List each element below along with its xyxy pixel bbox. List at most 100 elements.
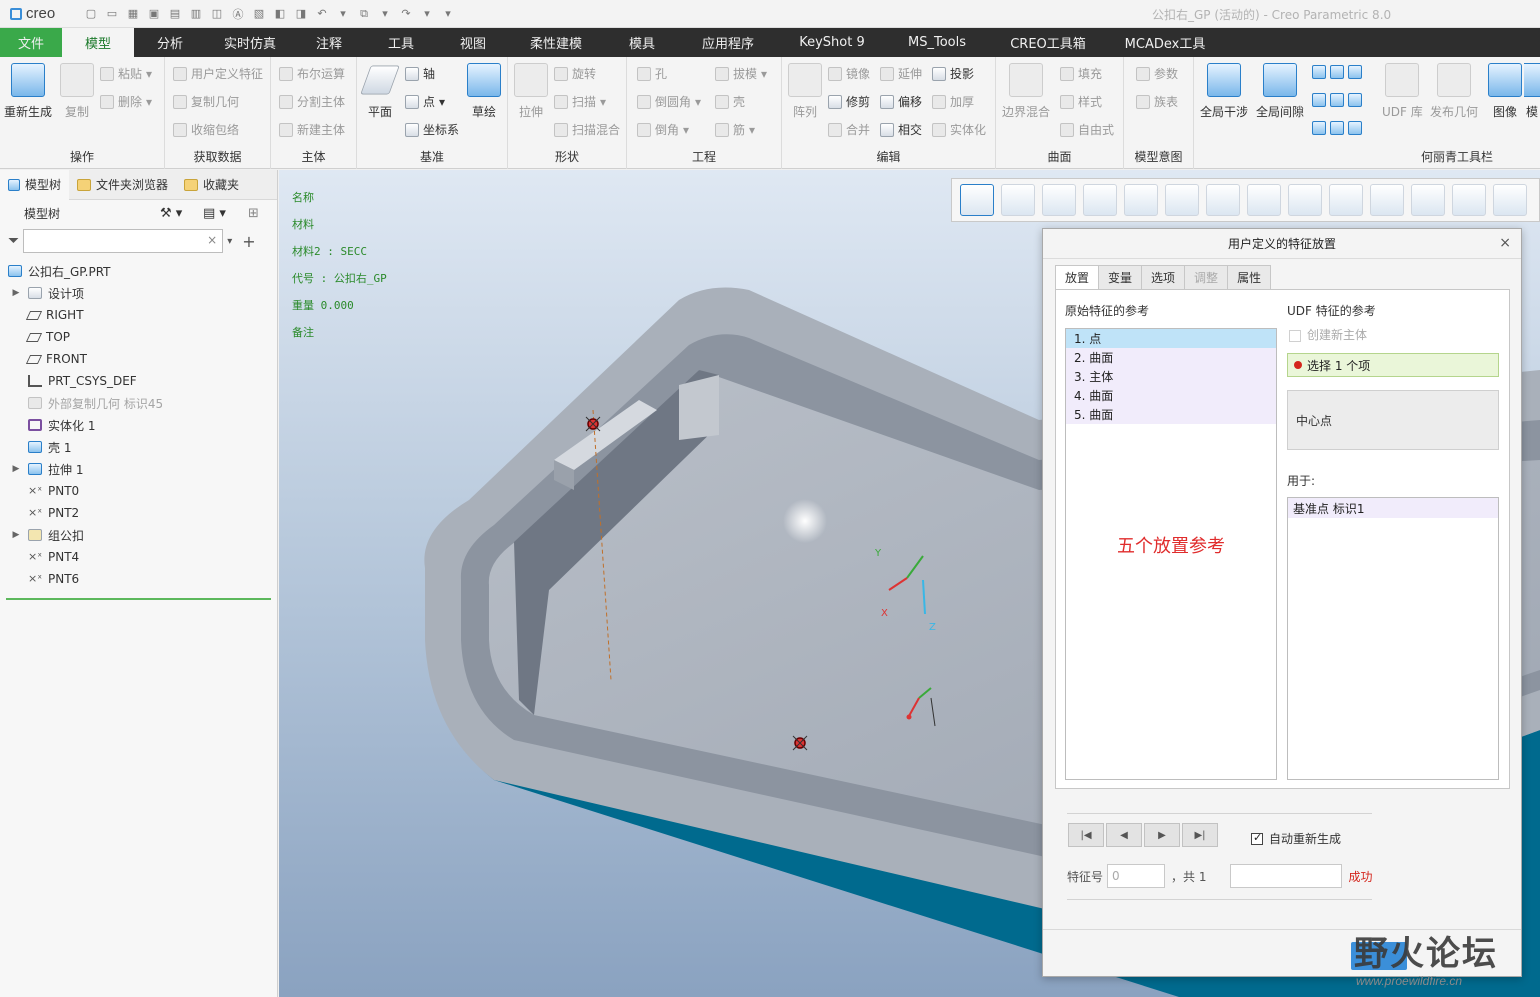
expand-icon[interactable]: ▶ <box>10 530 22 540</box>
image-button[interactable]: 图像 <box>1488 63 1522 120</box>
clear-search-icon[interactable]: × <box>207 233 217 247</box>
tab-flexible-modeling[interactable]: 柔性建模 <box>508 28 604 57</box>
solidify-button[interactable]: 实体化 <box>932 121 986 138</box>
datum-point-marker[interactable] <box>792 735 808 751</box>
redo-icon[interactable]: ↷ <box>397 6 415 22</box>
tab-annotate[interactable]: 注释 <box>294 28 364 57</box>
open-recent-icon[interactable]: ▦ <box>124 6 142 22</box>
mirror-button[interactable]: 镜像 <box>828 65 870 82</box>
split-body-button[interactable]: 分割主体 <box>279 93 345 110</box>
sketch-button[interactable]: 草绘 <box>467 63 501 120</box>
measure-tool-1[interactable] <box>1312 65 1362 79</box>
undo-dropdown-icon[interactable]: ▾ <box>334 6 352 22</box>
point-button[interactable]: 点 ▾ <box>405 93 445 110</box>
tab-analysis[interactable]: 分析 <box>134 28 206 57</box>
group-label-shape[interactable]: 形状 <box>508 148 626 165</box>
print-preview-icon[interactable]: ◧ <box>271 6 289 22</box>
annotation-display-icon[interactable] <box>1370 184 1404 216</box>
offset-button[interactable]: 偏移 <box>880 93 922 110</box>
spin-center-icon[interactable] <box>1411 184 1445 216</box>
extend-button[interactable]: 延伸 <box>880 65 922 82</box>
draft-button[interactable]: 拔模 ▾ <box>715 65 767 82</box>
tab-variables[interactable]: 变量 <box>1098 265 1143 289</box>
zoom-out-icon[interactable] <box>1042 184 1076 216</box>
merge-button[interactable]: 合并 <box>828 121 870 138</box>
expand-icon[interactable]: ▶ <box>10 464 22 474</box>
saved-orientations-icon[interactable] <box>1165 184 1199 216</box>
shell-button[interactable]: 壳 <box>715 93 745 110</box>
copy-button[interactable]: 复制 <box>60 63 94 120</box>
global-interference-button[interactable]: 全局干涉 <box>1200 63 1248 120</box>
open-icon[interactable]: ▭ <box>103 6 121 22</box>
ref-item-surface[interactable]: 2. 曲面 <box>1066 348 1276 367</box>
axis-button[interactable]: 轴 <box>405 65 435 82</box>
udf-library-button[interactable]: UDF 库 <box>1382 63 1423 120</box>
plane-button[interactable]: 平面 <box>360 63 400 120</box>
regenerate-qat-icon[interactable]: ◫ <box>208 6 226 22</box>
family-table-button[interactable]: 族表 <box>1136 93 1178 110</box>
tree-item-extrude[interactable]: ▶ 拉伸 1 <box>0 458 277 480</box>
tab-model-tree[interactable]: 模型树 <box>0 169 70 200</box>
tree-show-icon[interactable]: ▤ ▾ <box>203 206 226 221</box>
chamfer-button[interactable]: 倒角 ▾ <box>637 121 689 138</box>
group-label-operations[interactable]: 操作 <box>0 148 164 165</box>
tab-file[interactable]: 文件 <box>0 28 62 57</box>
thicken-button[interactable]: 加厚 <box>932 93 974 110</box>
tab-ms-tools[interactable]: MS_Tools <box>888 28 986 57</box>
tree-item-csys[interactable]: PRT_CSYS_DEF <box>0 370 277 392</box>
tree-item-pnt2[interactable]: ×ˣ PNT2 <box>0 502 277 524</box>
tree-item-shell[interactable]: 壳 1 <box>0 436 277 458</box>
feature-number-input[interactable]: 0 <box>1107 864 1166 888</box>
tree-item-front[interactable]: FRONT <box>0 348 277 370</box>
tree-item-right[interactable]: RIGHT <box>0 304 277 326</box>
project-button[interactable]: 投影 <box>932 65 974 82</box>
parameters-button[interactable]: 参数 <box>1136 65 1178 82</box>
last-feature-button[interactable]: ▶| <box>1182 823 1218 847</box>
rib-button[interactable]: 筋 ▾ <box>715 121 755 138</box>
perspective-icon[interactable] <box>1247 184 1281 216</box>
intersect-button[interactable]: 相交 <box>880 121 922 138</box>
group-label-surfaces[interactable]: 曲面 <box>996 148 1123 165</box>
tree-item-pnt4[interactable]: ×ˣ PNT4 <box>0 546 277 568</box>
first-feature-button[interactable]: |◀ <box>1068 823 1104 847</box>
insert-here-marker[interactable] <box>6 598 271 600</box>
copy-geometry-button[interactable]: 复制几何 <box>173 93 239 110</box>
datum-display-icon[interactable] <box>1329 184 1363 216</box>
tab-options[interactable]: 选项 <box>1141 265 1186 289</box>
udf-button[interactable]: 用户定义特征 <box>173 65 263 82</box>
delete-button[interactable]: 删除 ▾ <box>100 93 152 110</box>
display-style-icon[interactable] <box>1124 184 1158 216</box>
undo-icon[interactable]: ↶ <box>313 6 331 22</box>
zoom-in-icon[interactable] <box>1001 184 1035 216</box>
save-backup-icon[interactable]: ▤ <box>166 6 184 22</box>
more-button[interactable]: 模 <box>1524 63 1540 120</box>
datum-plane-display-icon[interactable] <box>1493 184 1527 216</box>
tab-view[interactable]: 视图 <box>438 28 508 57</box>
measure-tool-2[interactable] <box>1312 93 1362 107</box>
customize-qat-icon[interactable]: ▾ <box>439 6 457 22</box>
tab-mold[interactable]: 模具 <box>604 28 680 57</box>
tree-item-pnt6[interactable]: ×ˣ PNT6 <box>0 568 277 590</box>
ref-item-body[interactable]: 3. 主体 <box>1066 367 1276 386</box>
group-label-model-intent[interactable]: 模型意图 <box>1124 148 1193 165</box>
sweep-button[interactable]: 扫描 ▾ <box>554 93 606 110</box>
previous-feature-button[interactable]: ◀ <box>1106 823 1142 847</box>
tab-properties[interactable]: 属性 <box>1227 265 1272 289</box>
paste-button[interactable]: 粘贴 ▾ <box>100 65 152 82</box>
repaint-icon[interactable] <box>1083 184 1117 216</box>
print-icon[interactable]: ▧ <box>250 6 268 22</box>
tree-filter-settings-icon[interactable]: ⊞ <box>248 206 259 221</box>
round-button[interactable]: 倒圆角 ▾ <box>637 93 701 110</box>
reference-collector[interactable]: 选择 1 个项 <box>1287 353 1499 377</box>
pattern-button[interactable]: 阵列 <box>788 63 822 120</box>
group-label-get-data[interactable]: 获取数据 <box>165 148 270 165</box>
tab-keyshot[interactable]: KeyShot 9 <box>776 28 888 57</box>
windows-icon[interactable]: ◨ <box>292 6 310 22</box>
filter-dropdown-icon[interactable]: ▾ <box>227 236 232 247</box>
measure-tool-3[interactable] <box>1312 121 1362 135</box>
auto-regenerate-option[interactable]: 自动重新生成 <box>1251 830 1341 847</box>
create-body-checkbox[interactable] <box>1289 329 1301 342</box>
group-label-custom-toolbar[interactable]: 何丽青工具栏 <box>1374 148 1540 165</box>
group-label-body[interactable]: 主体 <box>271 148 356 165</box>
swept-blend-button[interactable]: 扫描混合 <box>554 121 620 138</box>
